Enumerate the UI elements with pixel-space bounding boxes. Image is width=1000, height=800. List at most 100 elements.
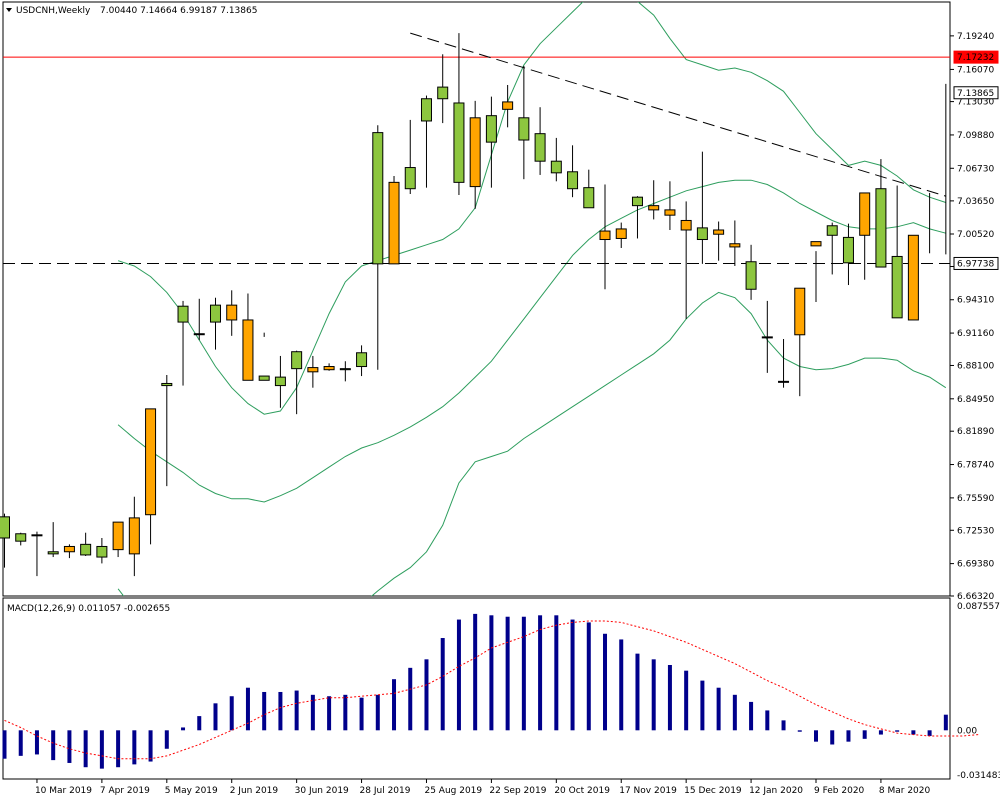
price-tick-label: 6.88100 bbox=[957, 361, 994, 371]
candle-body bbox=[372, 132, 384, 265]
candle-body bbox=[307, 367, 319, 373]
candle-body bbox=[875, 188, 887, 268]
time-tick-label: 17 Nov 2019 bbox=[619, 786, 677, 796]
candle-body bbox=[63, 545, 75, 553]
candle-body bbox=[842, 236, 854, 264]
candle-body bbox=[778, 380, 790, 383]
candle-body bbox=[599, 230, 611, 241]
macd-bar bbox=[586, 622, 591, 731]
candle-body bbox=[177, 305, 189, 323]
macd-bar bbox=[489, 615, 494, 731]
price-chart[interactable]: 7.192407.160707.130307.098807.067307.036… bbox=[0, 0, 1000, 800]
macd-tick-label: 0.00 bbox=[957, 726, 977, 736]
candle-body bbox=[291, 351, 303, 370]
time-tick-label: 5 May 2019 bbox=[165, 786, 218, 796]
candle-body bbox=[242, 319, 254, 381]
macd-bar bbox=[164, 730, 169, 749]
candle-body bbox=[15, 533, 27, 542]
candle-body bbox=[680, 219, 692, 231]
candle-body bbox=[453, 102, 465, 183]
candle-body bbox=[128, 517, 140, 555]
candle-body bbox=[47, 551, 59, 555]
macd-bar bbox=[148, 730, 153, 762]
macd-bar bbox=[862, 730, 867, 739]
price-tick-label: 6.72530 bbox=[957, 526, 994, 536]
macd-bar bbox=[327, 696, 332, 731]
macd-bar bbox=[878, 730, 883, 735]
candle-body bbox=[826, 225, 838, 236]
macd-bar bbox=[667, 664, 672, 731]
candle-body bbox=[745, 261, 757, 290]
macd-bar bbox=[716, 687, 721, 731]
macd-bar bbox=[18, 730, 23, 756]
macd-bar bbox=[603, 633, 608, 731]
price-tick-label: 6.66320 bbox=[957, 592, 994, 602]
time-tick-label: 12 Jan 2020 bbox=[749, 786, 803, 796]
price-tick-label: 7.09880 bbox=[957, 131, 994, 141]
candle-body bbox=[664, 209, 676, 216]
macd-bar bbox=[197, 716, 202, 731]
macd-bar bbox=[181, 727, 186, 731]
macd-bar bbox=[375, 694, 380, 731]
candle-body bbox=[567, 171, 579, 190]
price-tick-label: 7.16070 bbox=[957, 65, 994, 75]
macd-bar bbox=[943, 714, 948, 731]
macd-bar bbox=[278, 691, 283, 731]
candle-body bbox=[420, 98, 432, 122]
macd-bar bbox=[521, 616, 526, 731]
time-tick-label: 10 Mar 2019 bbox=[35, 786, 92, 796]
macd-bar bbox=[570, 619, 575, 731]
macd-bar bbox=[732, 694, 737, 731]
macd-bar bbox=[927, 730, 932, 736]
macd-bar bbox=[245, 687, 250, 731]
macd-tick-label: -0.031483 bbox=[957, 771, 1000, 781]
chart-background bbox=[0, 0, 1000, 800]
time-tick-label: 15 Dec 2019 bbox=[684, 786, 742, 796]
price-tick-label: 7.00520 bbox=[957, 230, 994, 240]
time-tick-label: 20 Oct 2019 bbox=[554, 786, 610, 796]
macd-bar bbox=[99, 730, 104, 769]
support-marker-label: 6.97738 bbox=[957, 259, 994, 269]
macd-bar bbox=[424, 659, 429, 731]
macd-bar bbox=[700, 680, 705, 731]
candle-body bbox=[0, 516, 10, 539]
price-tick-label: 6.84950 bbox=[957, 395, 994, 405]
candle-body bbox=[96, 545, 108, 558]
price-tick-label: 6.91160 bbox=[957, 329, 994, 339]
candle-body bbox=[31, 534, 43, 537]
candle-body bbox=[193, 333, 205, 336]
price-tick-label: 7.19240 bbox=[957, 32, 994, 42]
macd-bar bbox=[51, 730, 56, 761]
candle-body bbox=[209, 304, 221, 323]
candle-body bbox=[356, 352, 368, 368]
candle-body bbox=[437, 86, 449, 100]
candle-body bbox=[502, 101, 514, 110]
macd-bar bbox=[116, 730, 121, 768]
macd-bar bbox=[635, 653, 640, 731]
resistance-marker-label: 7.17232 bbox=[957, 53, 994, 63]
macd-bar bbox=[343, 694, 348, 731]
macd-bar bbox=[895, 730, 900, 732]
candle-body bbox=[274, 376, 286, 387]
time-tick-label: 25 Aug 2019 bbox=[424, 786, 482, 796]
macd-bar bbox=[229, 696, 234, 731]
chart-title: USDCNH,Weekly bbox=[16, 6, 91, 16]
candle-body bbox=[907, 234, 919, 321]
macd-bar bbox=[651, 659, 656, 731]
macd-bar bbox=[67, 730, 72, 763]
macd-bar bbox=[456, 619, 461, 731]
candle-body bbox=[534, 133, 546, 162]
candle-body bbox=[339, 368, 351, 371]
candle-body bbox=[891, 255, 903, 319]
candle-body bbox=[615, 228, 627, 239]
macd-bar bbox=[554, 615, 559, 731]
candle-body bbox=[485, 115, 497, 143]
candle-body bbox=[226, 304, 238, 321]
candle-body bbox=[404, 167, 416, 190]
macd-bar bbox=[132, 730, 137, 765]
macd-bar bbox=[765, 710, 770, 731]
last-price-marker-label: 7.13865 bbox=[957, 89, 994, 99]
candle-body bbox=[696, 227, 708, 241]
macd-bar bbox=[797, 730, 802, 732]
candle-body bbox=[112, 521, 124, 551]
